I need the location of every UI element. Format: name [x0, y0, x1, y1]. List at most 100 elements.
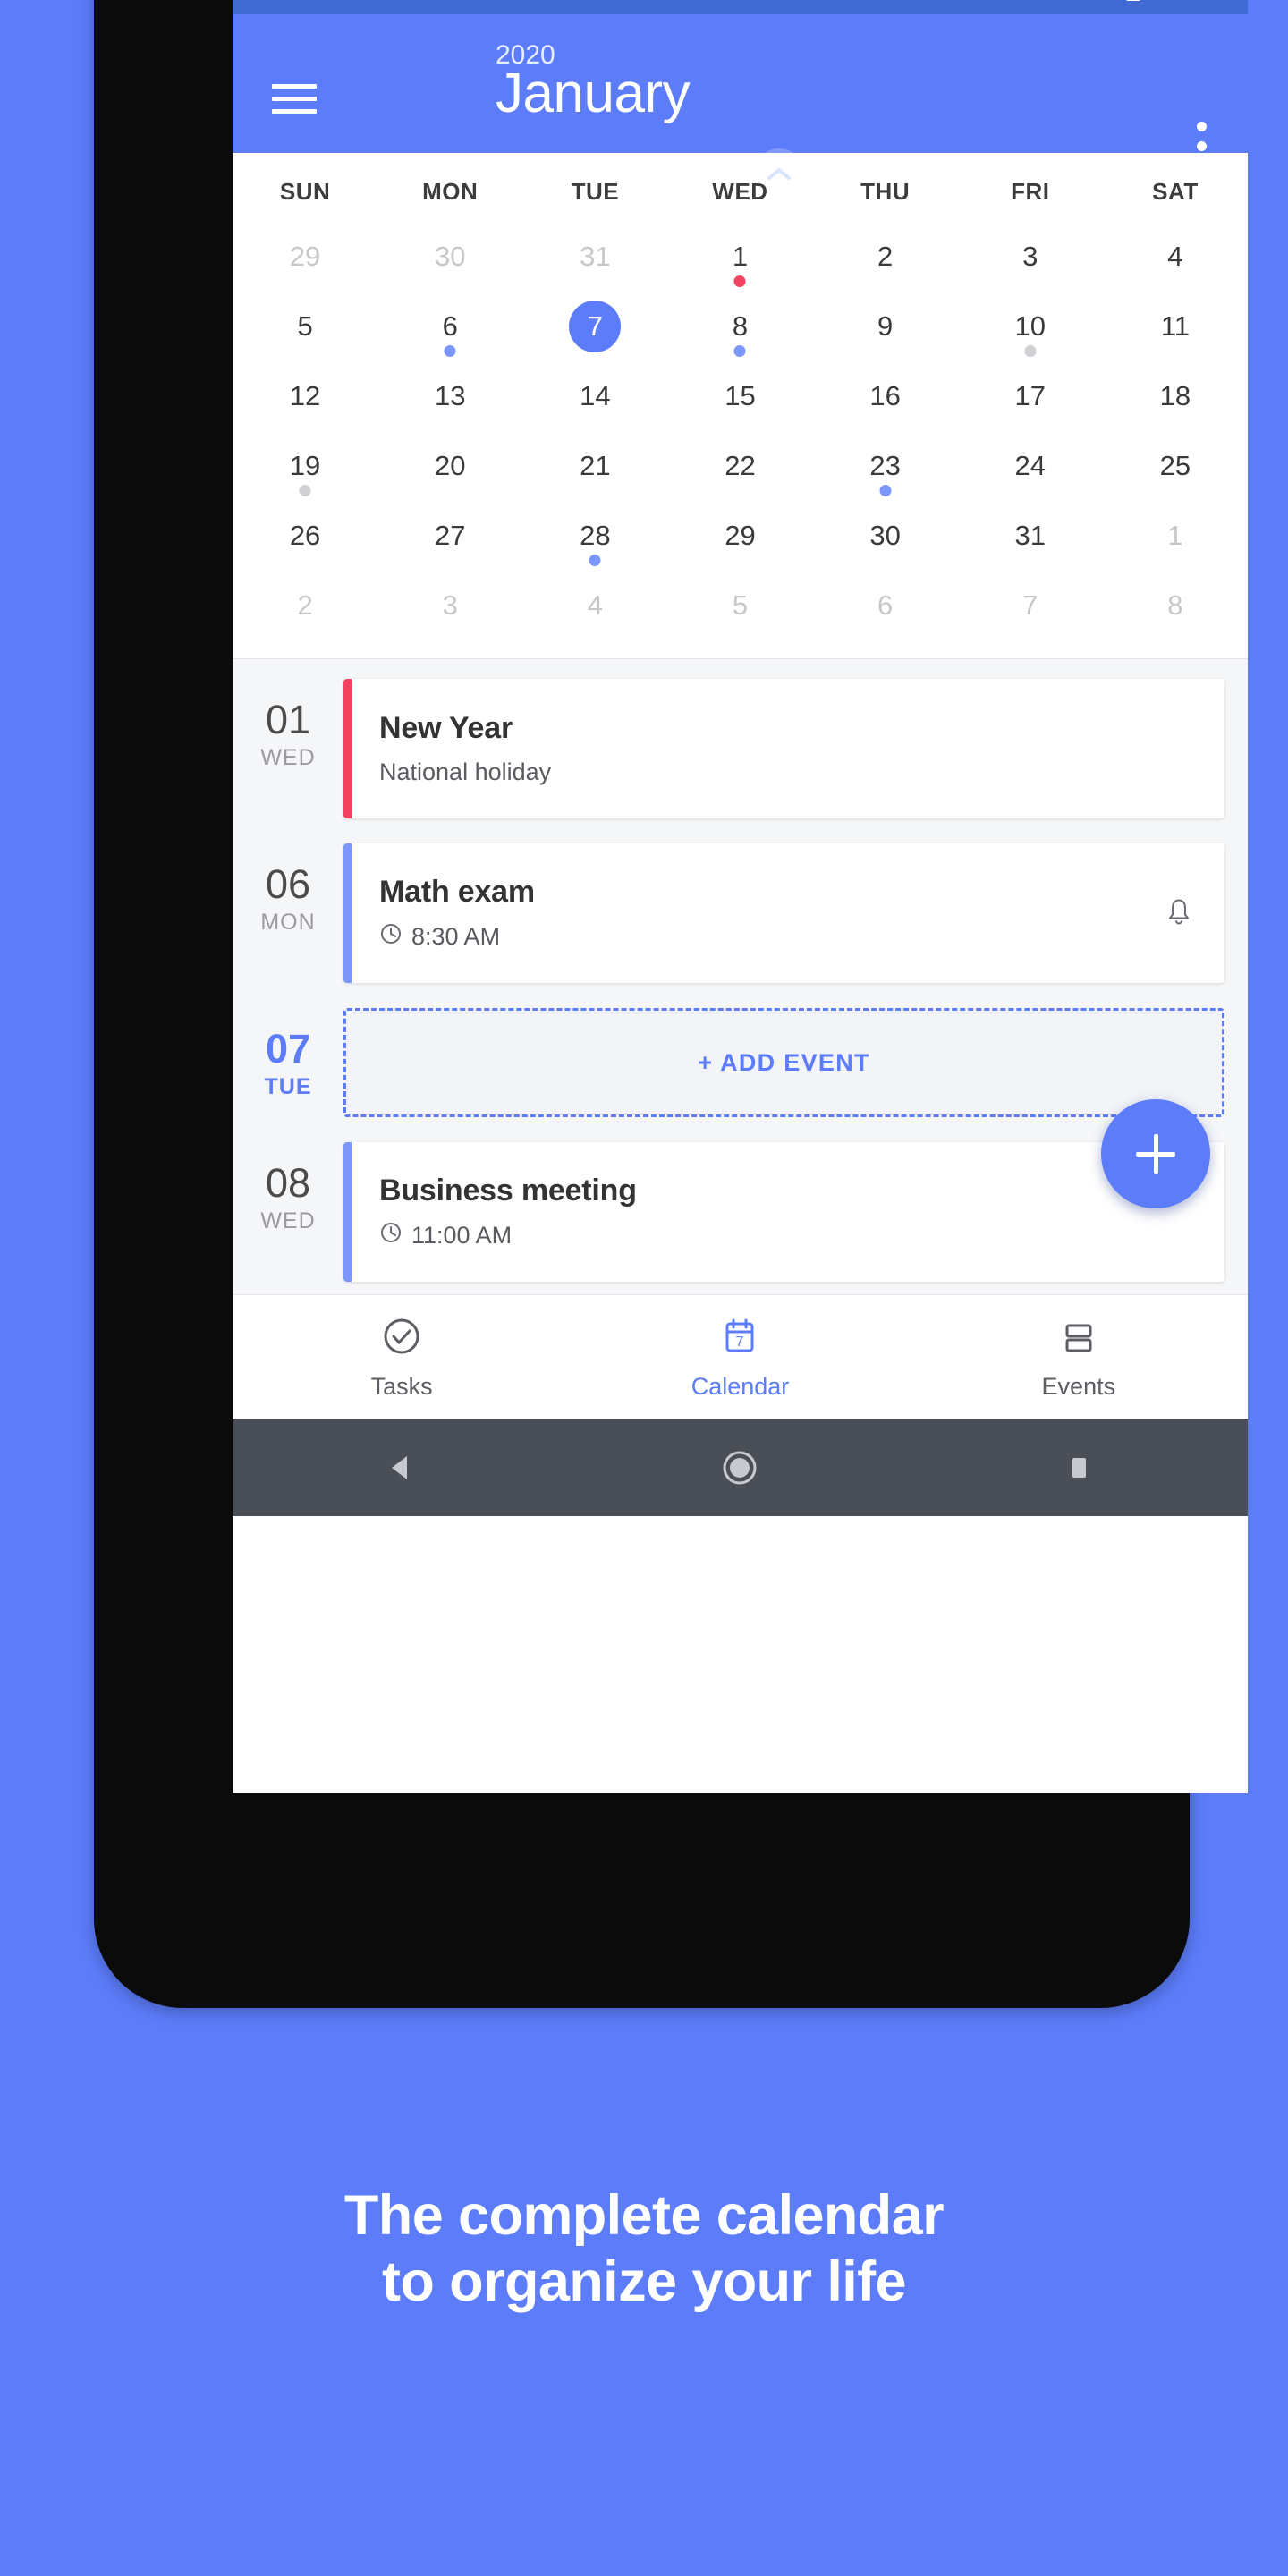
calendar-day-cell[interactable]: 31: [522, 225, 667, 295]
calendar-day-cell[interactable]: 18: [1103, 365, 1248, 435]
event-card[interactable]: Math exam 8:30 AM: [343, 843, 1224, 983]
calendar-day-cell[interactable]: 13: [377, 365, 522, 435]
calendar-day-number: 26: [289, 520, 321, 551]
event-subtitle-text: National holiday: [379, 758, 552, 785]
check-circle-icon: [380, 1315, 423, 1362]
calendar-day-cell[interactable]: 2: [813, 225, 958, 295]
calendar-day-cell[interactable]: 15: [667, 365, 812, 435]
agenda-day-number: 08: [265, 1160, 311, 1206]
calendar-day-number: 20: [434, 450, 466, 481]
calendar-day-cell[interactable]: 30: [377, 225, 522, 295]
calendar-day-number: 21: [580, 450, 611, 481]
calendar-day-cell[interactable]: 21: [522, 435, 667, 504]
battery-percentage: 100%: [1155, 0, 1221, 4]
calendar-day-cell[interactable]: 26: [233, 504, 377, 574]
calendar-day-cell[interactable]: 29: [233, 225, 377, 295]
calendar-day-number: 22: [724, 450, 756, 481]
back-triangle-icon[interactable]: [348, 1451, 455, 1485]
tab-events[interactable]: Events: [910, 1315, 1248, 1401]
calendar-day-cell[interactable]: 28: [522, 504, 667, 574]
calendar-day-cell[interactable]: 7: [522, 295, 667, 365]
event-subtitle: 8:30 AM: [379, 922, 1194, 952]
calendar-day-cell[interactable]: 20: [377, 435, 522, 504]
calendar-day-cell[interactable]: 8: [667, 295, 812, 365]
calendar-day-cell[interactable]: 24: [958, 435, 1103, 504]
calendar-day-cell[interactable]: 4: [522, 574, 667, 644]
calendar-day-cell[interactable]: 25: [1103, 435, 1248, 504]
calendar-day-number: 2: [297, 589, 313, 621]
agenda-day-number: 01: [265, 697, 311, 742]
calendar-day-cell[interactable]: 6: [813, 574, 958, 644]
calendar-day-cell[interactable]: 14: [522, 365, 667, 435]
calendar-day-number: 29: [289, 241, 321, 272]
calendar-day-cell[interactable]: 6: [377, 295, 522, 365]
bottom-tab-bar: Tasks 7 Calendar Events: [233, 1294, 1248, 1419]
calendar-day-cell[interactable]: 23: [813, 435, 958, 504]
calendar-day-number: 1: [1167, 520, 1183, 551]
calendar-weekday-mon: MON: [422, 178, 479, 205]
tab-tasks[interactable]: Tasks: [233, 1315, 571, 1401]
tab-events-label: Events: [1041, 1372, 1116, 1400]
calendar-day-number: 3: [442, 589, 458, 621]
calendar-day-number: 30: [869, 520, 901, 551]
stacked-list-icon: [1057, 1315, 1100, 1362]
add-event-fab[interactable]: [1101, 1099, 1210, 1208]
agenda-row: 01 WED New Year National holiday: [233, 666, 1248, 831]
event-subtitle-text: 11:00 AM: [411, 1222, 513, 1249]
home-circle-icon[interactable]: [686, 1448, 793, 1487]
calendar-day-cell[interactable]: 2: [233, 574, 377, 644]
calendar-day-cell[interactable]: 29: [667, 504, 812, 574]
agenda-day-number: 07: [265, 1026, 311, 1072]
calendar-day-cell[interactable]: 12: [233, 365, 377, 435]
calendar-day-cell[interactable]: 1: [667, 225, 812, 295]
calendar-day-number: 31: [580, 241, 611, 272]
calendar-week-row: 26 27 28 29 30 31 1: [233, 504, 1248, 574]
calendar-day-cell[interactable]: 5: [667, 574, 812, 644]
event-title: Business meeting: [379, 1174, 637, 1208]
phone-screen: 09:00 100%: [233, 0, 1248, 1793]
status-bar-indicators: 100%: [1054, 0, 1221, 5]
event-card[interactable]: Business meeting 11:00 AM: [343, 1142, 1224, 1282]
calendar-day-cell[interactable]: 31: [958, 504, 1103, 574]
calendar-day-cell[interactable]: 4: [1103, 225, 1248, 295]
calendar-day-cell[interactable]: 16: [813, 365, 958, 435]
calendar-day-cell[interactable]: 8: [1103, 574, 1248, 644]
calendar-7-icon: 7: [718, 1315, 761, 1362]
add-event-button[interactable]: + ADD EVENT: [343, 1008, 1224, 1117]
tab-calendar[interactable]: 7 Calendar: [571, 1315, 909, 1401]
calendar-week-row: 29 30 31 1 2 3 4: [233, 225, 1248, 295]
notification-bell-icon[interactable]: [1165, 897, 1192, 930]
calendar-event-dot: [733, 275, 746, 287]
calendar-day-cell[interactable]: 5: [233, 295, 377, 365]
calendar-day-cell[interactable]: 11: [1103, 295, 1248, 365]
calendar-day-cell[interactable]: 30: [813, 504, 958, 574]
agenda-row: 07 TUE + ADD EVENT: [233, 996, 1248, 1130]
calendar-day-cell[interactable]: 27: [377, 504, 522, 574]
battery-icon: [1125, 0, 1141, 5]
event-card[interactable]: New Year National holiday: [343, 679, 1224, 818]
calendar-day-number: 25: [1159, 450, 1191, 481]
calendar-day-cell[interactable]: 19: [233, 435, 377, 504]
tab-calendar-label: Calendar: [691, 1372, 790, 1400]
calendar-day-number: 9: [877, 310, 894, 342]
calendar-weekday-wed: WED: [712, 178, 768, 205]
calendar-day-cell[interactable]: 1: [1103, 504, 1248, 574]
calendar-week-row: 2 3 4 5 6 7 8: [233, 574, 1248, 644]
calendar-day-number: 4: [587, 589, 603, 621]
calendar-day-cell[interactable]: 7: [958, 574, 1103, 644]
calendar-day-cell[interactable]: 3: [377, 574, 522, 644]
calendar-day-cell[interactable]: 10: [958, 295, 1103, 365]
hamburger-menu-icon[interactable]: [272, 84, 317, 114]
recents-square-icon[interactable]: [1025, 1453, 1132, 1483]
calendar-day-number: 5: [297, 310, 313, 342]
event-title: New Year: [379, 711, 513, 745]
status-bar: 09:00 100%: [233, 0, 1248, 14]
event-accent-bar: [343, 843, 352, 983]
calendar-day-cell[interactable]: 9: [813, 295, 958, 365]
calendar-day-cell[interactable]: 3: [958, 225, 1103, 295]
agenda-date-label: 06 MON: [233, 843, 343, 936]
calendar-day-cell[interactable]: 17: [958, 365, 1103, 435]
calendar-day-number: 11: [1160, 310, 1190, 342]
calendar-weekday-fri: FRI: [1011, 178, 1050, 205]
calendar-day-cell[interactable]: 22: [667, 435, 812, 504]
